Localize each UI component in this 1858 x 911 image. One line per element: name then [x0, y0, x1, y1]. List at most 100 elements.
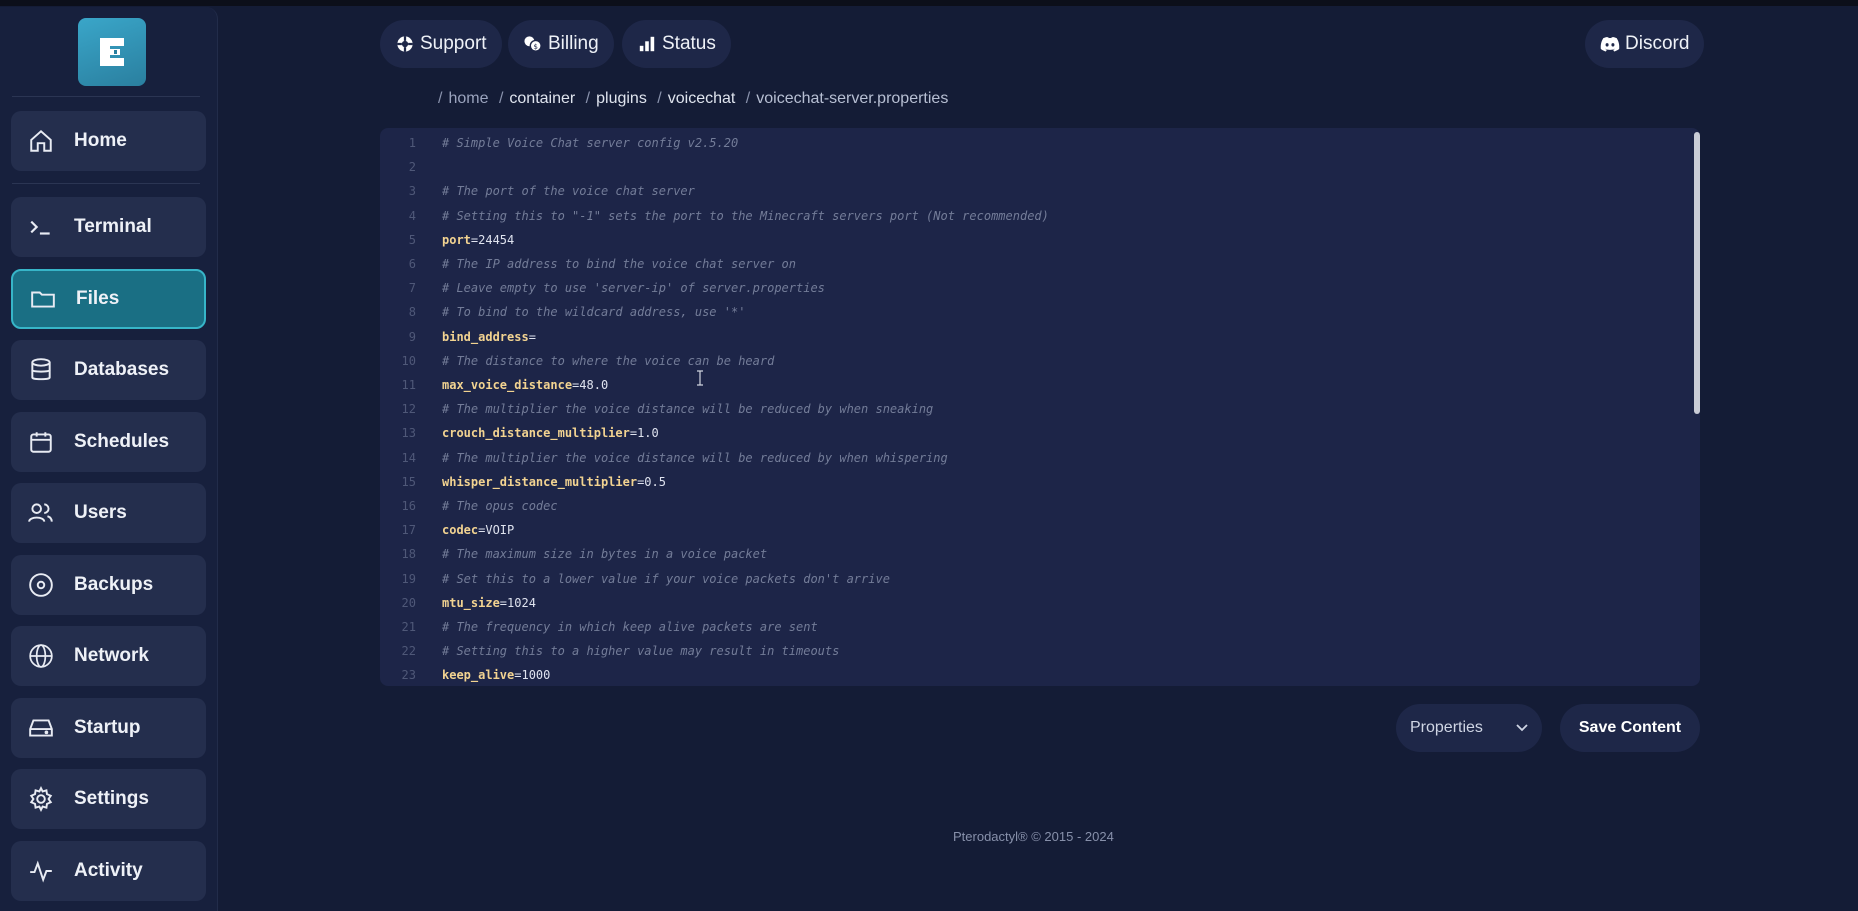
property-value: =VOIP: [478, 523, 515, 538]
line-number: 18: [401, 547, 416, 562]
breadcrumb-plugins[interactable]: plugins: [596, 90, 647, 107]
comment-text: # The maximum size in bytes in a voice p…: [442, 547, 768, 562]
status-button[interactable]: Status: [622, 20, 731, 68]
discord-icon: [1600, 34, 1620, 54]
property-key: codec: [442, 523, 479, 538]
line-number: 15: [401, 474, 416, 489]
editor-line: 6 # The IP address to bind the voice chat…: [380, 253, 1670, 275]
gear-icon: [26, 784, 56, 814]
language-mode-value: Properties: [1410, 719, 1483, 736]
bar-chart-icon: [637, 34, 657, 54]
calendar-icon: [26, 427, 56, 457]
editor-line: 22 # Setting this to a higher value may r…: [380, 640, 1670, 662]
footer-copyright: Pterodactyl® © 2015 - 2024: [953, 829, 1114, 844]
comment-text: # Setting this to "-1" sets the port to …: [442, 208, 1049, 223]
line-content: # The opus codec: [442, 495, 558, 517]
line-number: 19: [401, 571, 416, 586]
property-key: keep_alive: [442, 668, 515, 683]
line-content: codec=VOIP: [442, 519, 514, 541]
code-editor[interactable]: 1 # Simple Voice Chat server config v2.5.…: [380, 128, 1700, 686]
editor-line: 2: [380, 156, 1670, 178]
line-content: # The port of the voice chat server: [442, 180, 695, 202]
line-number: 5: [408, 232, 416, 247]
sidebar-item-databases[interactable]: Databases: [11, 340, 206, 400]
sidebar-item-startup[interactable]: Startup: [11, 698, 206, 758]
line-content: # Simple Voice Chat server config v2.5.2…: [442, 132, 738, 154]
comment-text: # The opus codec: [442, 499, 558, 513]
sidebar-item-label: Startup: [74, 717, 141, 738]
sidebar-item-files[interactable]: Files: [11, 269, 206, 329]
line-content: # The distance to where the voice can be…: [442, 350, 774, 372]
line-number: 9: [408, 329, 416, 344]
comment-text: # The multiplier the voice distance will…: [442, 402, 934, 417]
app-logo[interactable]: [78, 18, 146, 86]
line-number: 13: [401, 426, 416, 441]
breadcrumb-current-file: voicechat-server.properties: [756, 90, 949, 107]
property-value: =24454: [470, 232, 515, 247]
line-content: # The frequency in which keep alive pack…: [442, 616, 818, 638]
line-content: max_voice_distance=48.0: [442, 374, 608, 396]
sidebar-divider: [12, 183, 200, 184]
sidebar-item-schedules[interactable]: Schedules: [11, 412, 206, 472]
sidebar-item-label: Activity: [74, 860, 143, 881]
line-number: 1: [408, 136, 416, 150]
property-key: whisper_distance_multiplier: [442, 474, 638, 489]
sidebar-item-label: Files: [76, 288, 120, 309]
billing-button[interactable]: $ Billing: [508, 20, 614, 68]
line-number: 3: [408, 184, 416, 199]
sidebar-item-label: Home: [74, 130, 127, 151]
editor-line: 3 # The port of the voice chat server: [380, 180, 1670, 202]
editor-line: 16 # The opus codec: [380, 495, 1670, 517]
sidebar-item-label: Schedules: [74, 431, 170, 452]
sidebar-item-network[interactable]: Network: [11, 626, 206, 686]
sidebar-item-backups[interactable]: Backups: [11, 555, 206, 615]
breadcrumb-home[interactable]: home: [448, 90, 488, 107]
sidebar-item-users[interactable]: Users: [11, 483, 206, 543]
breadcrumb-container[interactable]: container: [509, 90, 575, 107]
sidebar: Home Terminal Files Databases Schedules …: [0, 7, 218, 911]
coins-icon: $: [523, 34, 543, 54]
save-content-button[interactable]: Save Content: [1560, 704, 1700, 752]
users-icon: [26, 498, 56, 528]
home-icon: [26, 126, 56, 156]
editor-line: 17 codec=VOIP: [380, 519, 1670, 541]
sidebar-item-label: Databases: [74, 359, 170, 380]
sidebar-item-terminal[interactable]: Terminal: [11, 197, 206, 257]
line-content: bind_address=: [442, 326, 536, 348]
line-number: 16: [401, 499, 416, 513]
property-value: =: [528, 329, 536, 344]
editor-line: 5 port=24454: [380, 229, 1670, 251]
property-key: bind_address: [442, 329, 529, 344]
discord-button[interactable]: Discord: [1585, 20, 1705, 68]
support-button[interactable]: Support: [380, 20, 502, 68]
breadcrumb-voicechat[interactable]: voicechat: [668, 90, 736, 107]
line-content: # The multiplier the voice distance will…: [442, 447, 948, 469]
line-number: 20: [401, 595, 416, 610]
sidebar-item-activity[interactable]: Activity: [11, 841, 206, 901]
terminal-icon: [26, 212, 56, 242]
line-content: # Setting this to a higher value may res…: [442, 640, 839, 662]
sidebar-item-settings[interactable]: Settings: [11, 769, 206, 829]
disc-icon: [26, 570, 56, 600]
editor-line: 21 # The frequency in which keep alive pa…: [380, 616, 1670, 638]
sidebar-item-home[interactable]: Home: [11, 111, 206, 171]
line-number: 21: [401, 620, 416, 634]
editor-line: 9 bind_address=: [380, 326, 1670, 348]
status-label: Status: [662, 33, 716, 54]
language-mode-select[interactable]: Properties: [1396, 704, 1542, 752]
support-label: Support: [420, 33, 487, 54]
editor-line: 20 mtu_size=1024: [380, 592, 1670, 614]
property-value: =1024: [499, 595, 536, 610]
line-content: crouch_distance_multiplier=1.0: [442, 422, 659, 444]
editor-scrollbar[interactable]: [1694, 132, 1700, 414]
line-content: whisper_distance_multiplier=0.5: [442, 471, 666, 493]
editor-line: 13 crouch_distance_multiplier=1.0: [380, 422, 1670, 444]
line-content: # To bind to the wildcard address, use '…: [442, 301, 745, 323]
editor-line: 8 # To bind to the wildcard address, use …: [380, 301, 1670, 323]
comment-text: # Simple Voice Chat server config v2.5.2…: [442, 136, 739, 150]
line-content: # Set this to a lower value if your voic…: [442, 568, 890, 590]
lifebuoy-icon: [395, 34, 415, 54]
line-number: 12: [401, 402, 416, 417]
editor-line: 14 # The multiplier the voice distance wi…: [380, 447, 1670, 469]
editor-line: 12 # The multiplier the voice distance wi…: [380, 398, 1670, 420]
